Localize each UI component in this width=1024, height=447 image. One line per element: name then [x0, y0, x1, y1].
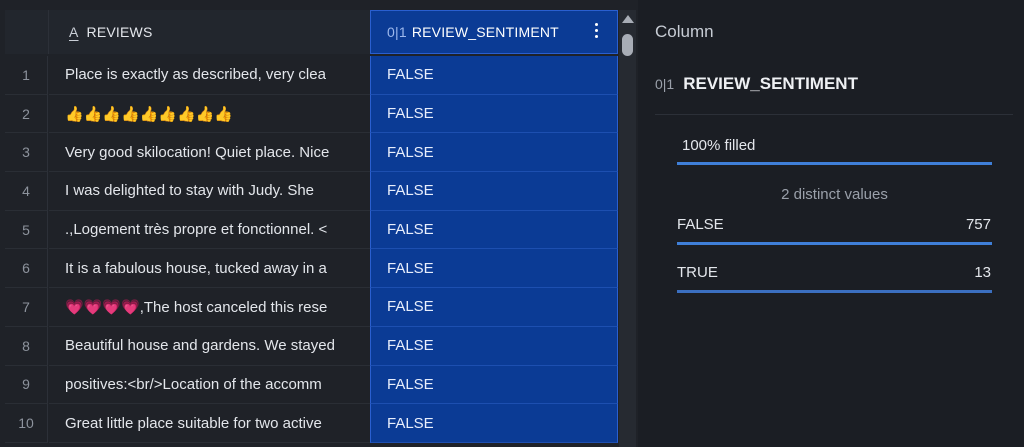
- row-index: 3: [5, 133, 48, 173]
- reviews-cell[interactable]: 💗💗💗💗,The host canceled this rese: [49, 288, 370, 327]
- boolean-type-icon: 0|1: [655, 76, 675, 92]
- row-index: 9: [5, 365, 48, 405]
- reviews-cell[interactable]: It is a fabulous house, tucked away in a: [49, 249, 370, 289]
- grid-body: 1 Place is exactly as described, very cl…: [5, 56, 618, 443]
- column-details-panel: Column 0|1 REVIEW_SENTIMENT 100% filled …: [638, 0, 1024, 447]
- row-index: 2: [5, 94, 48, 134]
- value-bar: [677, 290, 992, 293]
- scrollbar-thumb[interactable]: [622, 34, 633, 56]
- reviews-cell[interactable]: .,Logement très propre et fonctionnel. <: [49, 211, 370, 250]
- boolean-type-icon: 0|1: [387, 24, 407, 40]
- sentiment-cell[interactable]: FALSE: [370, 210, 618, 250]
- column-header-label: REVIEWS: [86, 24, 153, 40]
- scroll-up-arrow-icon[interactable]: [622, 15, 634, 23]
- table-row: 1 Place is exactly as described, very cl…: [5, 56, 618, 95]
- table-row: 6 It is a fabulous house, tucked away in…: [5, 249, 618, 289]
- panel-title: Column: [655, 22, 714, 41]
- value-bar: [677, 242, 992, 245]
- row-index-header: [5, 10, 49, 54]
- sentiment-cell[interactable]: FALSE: [370, 288, 618, 327]
- table-row: 3 Very good skilocation! Quiet place. Ni…: [5, 133, 618, 173]
- sentiment-cell[interactable]: FALSE: [370, 326, 618, 366]
- row-index: 8: [5, 326, 48, 366]
- vertical-scrollbar[interactable]: [619, 10, 636, 447]
- row-index: 10: [5, 404, 48, 443]
- table-row: 10 Great little place suitable for two a…: [5, 404, 618, 443]
- more-options-icon[interactable]: [595, 23, 599, 41]
- sentiment-cell[interactable]: FALSE: [370, 249, 618, 289]
- value-distribution-row[interactable]: FALSE 757: [677, 216, 992, 245]
- reviews-cell[interactable]: 👍👍👍👍👍👍👍👍👍: [49, 95, 370, 134]
- row-index: 4: [5, 172, 48, 211]
- table-row: 8 Beautiful house and gardens. We stayed…: [5, 326, 618, 366]
- grid-header: A REVIEWS 0|1 REVIEW_SENTIMENT: [0, 10, 618, 54]
- row-index: 5: [5, 210, 48, 250]
- table-row: 5 .,Logement très propre et fonctionnel.…: [5, 210, 618, 250]
- distinct-values-count: 2 distinct values: [781, 186, 888, 203]
- value-label: FALSE: [677, 216, 724, 233]
- row-index: 1: [5, 56, 48, 95]
- reviews-cell[interactable]: Place is exactly as described, very clea: [49, 56, 370, 95]
- sentiment-cell[interactable]: FALSE: [370, 172, 618, 211]
- column-header-reviews[interactable]: A REVIEWS: [49, 10, 370, 54]
- column-header-review-sentiment[interactable]: 0|1 REVIEW_SENTIMENT: [370, 10, 618, 54]
- data-grid: A REVIEWS 0|1 REVIEW_SENTIMENT 1 Place i…: [0, 0, 638, 447]
- reviews-cell[interactable]: I was delighted to stay with Judy. She: [49, 172, 370, 211]
- value-distribution-row[interactable]: TRUE 13: [677, 264, 992, 293]
- table-row: 7 💗💗💗💗,The host canceled this rese FALSE: [5, 288, 618, 327]
- text-type-icon: A: [69, 24, 79, 40]
- value-count: 757: [965, 216, 991, 233]
- sentiment-cell[interactable]: FALSE: [370, 94, 618, 134]
- filled-progress-bar: [677, 162, 992, 165]
- column-name-label: REVIEW_SENTIMENT: [683, 74, 858, 93]
- row-index: 6: [5, 249, 48, 289]
- reviews-cell[interactable]: Beautiful house and gardens. We stayed: [49, 327, 370, 366]
- panel-divider: [655, 114, 1013, 115]
- reviews-cell[interactable]: positives:<br/>Location of the accomm: [49, 366, 370, 405]
- row-index: 7: [5, 288, 48, 327]
- table-row: 2 👍👍👍👍👍👍👍👍👍 FALSE: [5, 94, 618, 134]
- table-row: 9 positives:<br/>Location of the accomm …: [5, 365, 618, 405]
- sentiment-cell[interactable]: FALSE: [370, 365, 618, 405]
- reviews-cell[interactable]: Very good skilocation! Quiet place. Nice: [49, 133, 370, 173]
- sentiment-cell[interactable]: FALSE: [370, 404, 618, 443]
- value-count: 13: [974, 264, 991, 281]
- filled-percentage: 100% filled: [682, 137, 756, 154]
- value-label: TRUE: [677, 264, 718, 281]
- table-row: 4 I was delighted to stay with Judy. She…: [5, 172, 618, 211]
- sentiment-cell[interactable]: FALSE: [370, 56, 618, 95]
- selected-column-name: 0|1 REVIEW_SENTIMENT: [655, 74, 858, 94]
- reviews-cell[interactable]: Great little place suitable for two acti…: [49, 404, 370, 443]
- sentiment-cell[interactable]: FALSE: [370, 133, 618, 173]
- column-header-label: REVIEW_SENTIMENT: [411, 24, 559, 40]
